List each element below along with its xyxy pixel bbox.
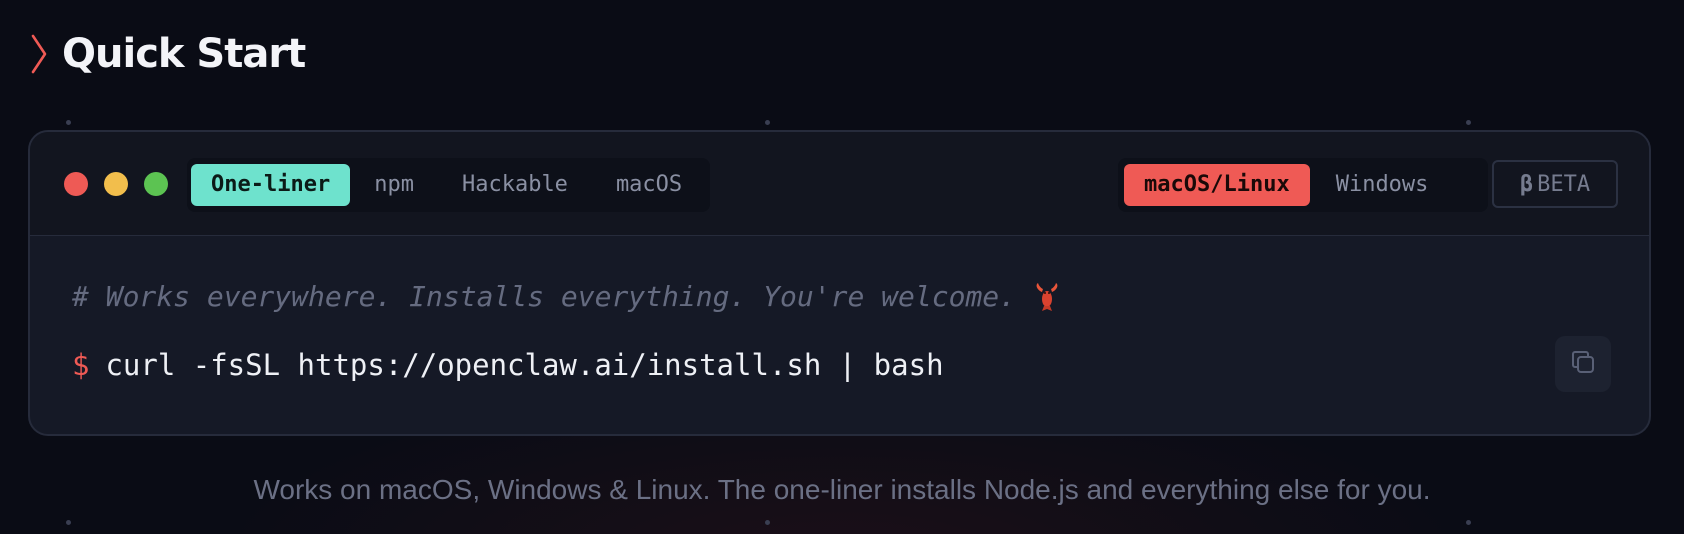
window-controls (64, 172, 168, 196)
code-comment-text: # Works everywhere. Installs everything.… (72, 280, 1017, 313)
decorative-dot (66, 520, 71, 525)
minimize-dot-icon (104, 172, 128, 196)
tab-npm[interactable]: npm (350, 164, 438, 206)
install-command[interactable]: $ curl -fsSL https://openclaw.ai/install.… (72, 348, 944, 382)
decorative-dot (765, 120, 770, 125)
tab-hackable[interactable]: Hackable (438, 164, 592, 206)
close-dot-icon (64, 172, 88, 196)
decorative-dot (66, 120, 71, 125)
compatibility-note: Works on macOS, Windows & Linux. The one… (253, 474, 1431, 505)
beta-label: BETA (1537, 171, 1591, 197)
decorative-dot (765, 520, 770, 525)
section-title: Quick Start (62, 31, 306, 77)
os-option-macos-linux[interactable]: macOS/Linux (1124, 164, 1310, 206)
command-text[interactable]: curl -fsSL https://openclaw.ai/install.s… (105, 348, 943, 382)
copy-icon (1569, 348, 1597, 381)
os-toggle: macOS/Linux Windows (1118, 158, 1488, 212)
beta-symbol: β (1519, 171, 1534, 197)
os-option-windows[interactable]: Windows (1310, 164, 1455, 206)
decorative-dot (1466, 120, 1471, 125)
lobster-icon (1032, 282, 1062, 312)
beta-badge[interactable]: β BETA (1492, 160, 1618, 208)
section-header: Quick Start (26, 28, 306, 80)
tab-one-liner[interactable]: One-liner (191, 164, 351, 206)
copy-button[interactable] (1555, 336, 1611, 392)
shell-prompt: $ (72, 348, 90, 382)
maximize-dot-icon (144, 172, 168, 196)
terminal-card: One-liner npm Hackable macOS macOS/Linux… (28, 130, 1651, 436)
install-method-tabs: One-liner npm Hackable macOS (187, 158, 711, 212)
decorative-dot (1466, 520, 1471, 525)
terminal-header: One-liner npm Hackable macOS macOS/Linux… (30, 132, 1649, 236)
chevron-right-icon (26, 31, 52, 77)
code-comment: # Works everywhere. Installs everything.… (72, 280, 1062, 313)
tab-macos[interactable]: macOS (592, 164, 706, 206)
